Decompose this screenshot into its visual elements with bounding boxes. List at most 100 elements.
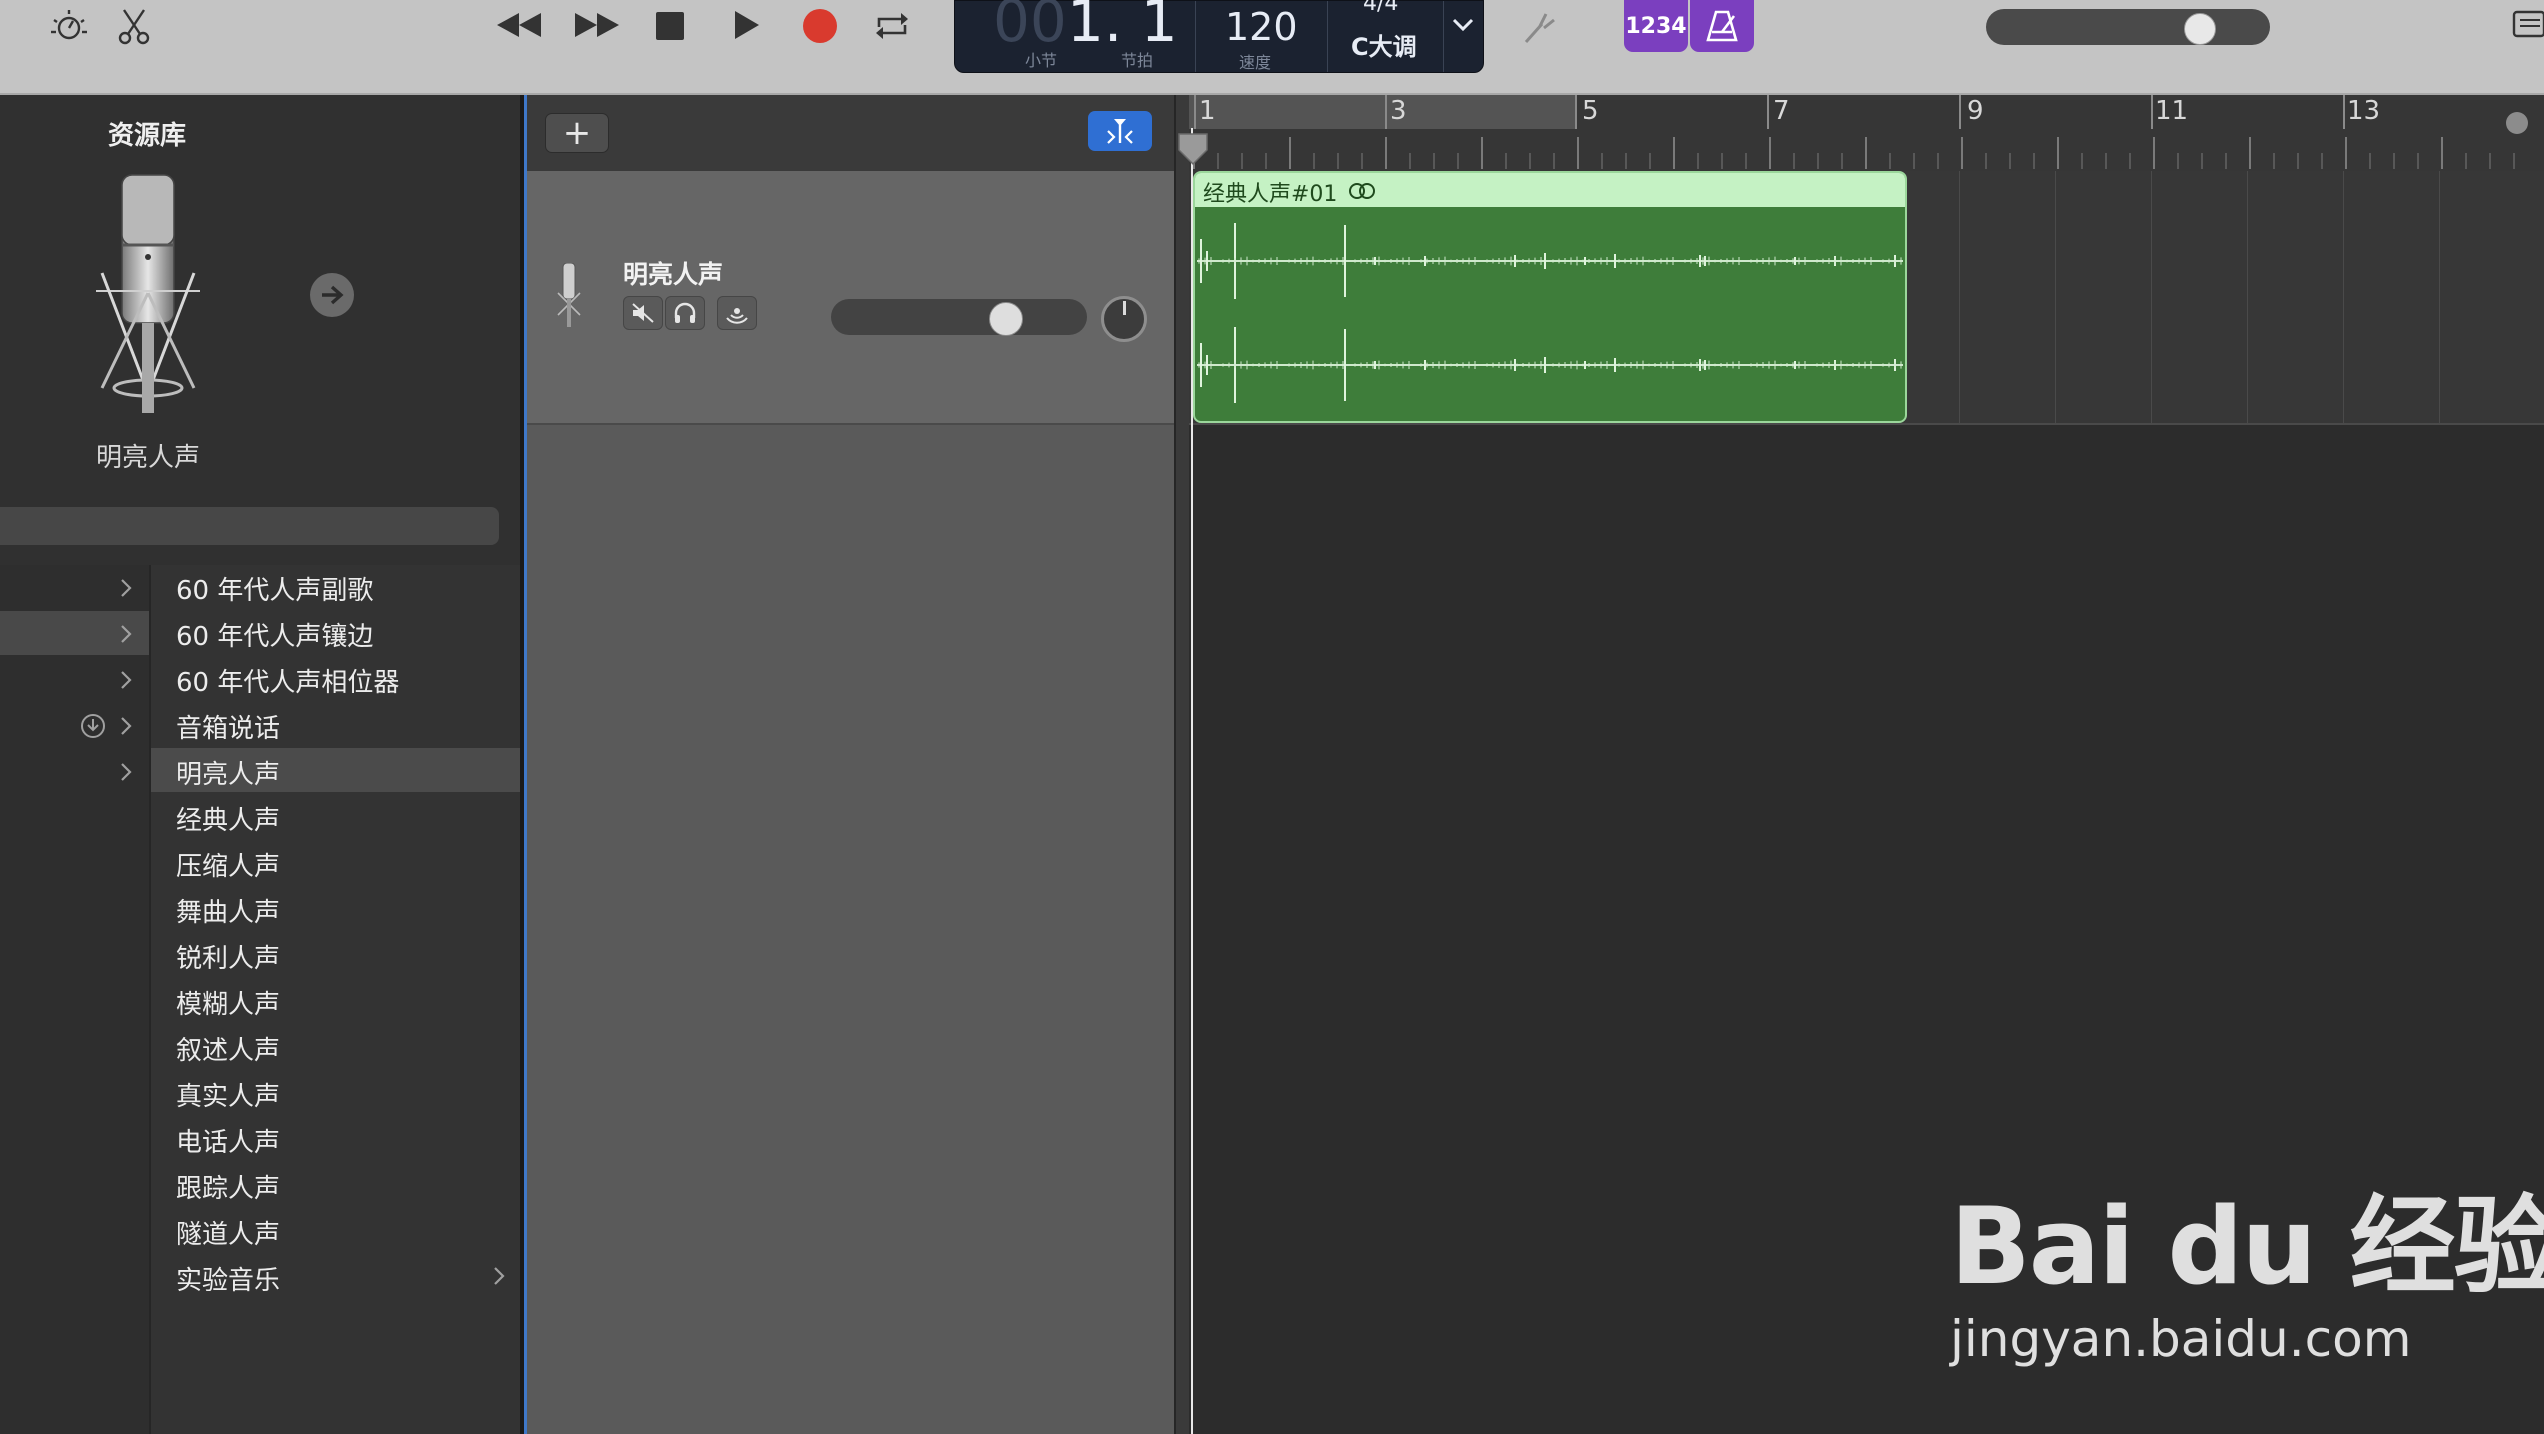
playhead-catch-icon bbox=[1107, 119, 1133, 144]
patch-item[interactable]: 60 年代人声副歌 bbox=[151, 564, 520, 608]
metronome-button[interactable] bbox=[1690, 0, 1754, 52]
patch-item[interactable]: 60 年代人声相位器 bbox=[151, 656, 520, 700]
count-in-label: 1234 bbox=[1625, 13, 1687, 39]
track-pan-knob[interactable] bbox=[1101, 296, 1147, 342]
mute-button[interactable] bbox=[623, 296, 663, 330]
library-search-field[interactable] bbox=[0, 507, 499, 545]
patch-item[interactable]: 叙述人声 bbox=[151, 1024, 520, 1068]
patch-item[interactable]: 跟踪人声 bbox=[151, 1162, 520, 1206]
control-bar: 00 1. 1 小节 节拍 120 速度 4/4 C大调 1234 bbox=[0, 0, 2544, 95]
category-row[interactable] bbox=[0, 657, 149, 701]
patch-item-folder[interactable]: 实验音乐 bbox=[151, 1254, 520, 1298]
patch-item[interactable]: 经典人声 bbox=[151, 794, 520, 838]
patch-item[interactable]: 压缩人声 bbox=[151, 840, 520, 884]
chevron-right-icon bbox=[121, 717, 132, 735]
category-row[interactable] bbox=[0, 565, 149, 609]
track-area-divider[interactable] bbox=[1174, 95, 1189, 1434]
chevron-right-icon bbox=[121, 625, 132, 643]
category-row[interactable] bbox=[0, 703, 149, 747]
library-category-column bbox=[0, 565, 151, 1434]
patch-item[interactable]: 舞曲人声 bbox=[151, 886, 520, 930]
library-title: 资源库 bbox=[108, 121, 187, 151]
monitoring-icon bbox=[726, 308, 748, 324]
lcd-tempo[interactable]: 120 bbox=[1225, 5, 1298, 49]
track-header[interactable]: 明亮人声 bbox=[527, 171, 1177, 425]
lcd-beat-label: 节拍 bbox=[1121, 51, 1154, 70]
patch-item[interactable]: 60 年代人声镶边 bbox=[151, 610, 520, 654]
master-volume-knob[interactable] bbox=[2183, 13, 2216, 45]
chevron-right-icon bbox=[121, 763, 132, 781]
lcd-key[interactable]: C大调 bbox=[1351, 27, 1417, 62]
patch-label: 叙述人声 bbox=[176, 1036, 281, 1066]
audio-region[interactable]: 经典人声#01 bbox=[1193, 171, 1907, 423]
patch-label: 60 年代人声镶边 bbox=[176, 622, 374, 652]
chevron-right-icon bbox=[121, 671, 132, 689]
loop-link-icon bbox=[1349, 183, 1375, 199]
patch-label: 隧道人声 bbox=[176, 1220, 281, 1250]
playhead-handle[interactable] bbox=[1177, 132, 1209, 166]
track-mic-icon bbox=[557, 262, 581, 327]
input-monitor-button[interactable] bbox=[717, 296, 757, 330]
add-track-button[interactable]: + bbox=[545, 113, 609, 153]
chevron-down-icon[interactable] bbox=[1451, 15, 1475, 39]
solo-button[interactable] bbox=[665, 296, 705, 330]
category-row[interactable] bbox=[0, 611, 149, 655]
fast-forward-icon[interactable] bbox=[572, 6, 622, 44]
patch-item[interactable]: 锐利人声 bbox=[151, 932, 520, 976]
editors-icon[interactable] bbox=[2510, 6, 2544, 42]
track-headers: + 明亮人声 bbox=[524, 95, 1177, 1434]
catch-playhead-button[interactable] bbox=[1088, 111, 1152, 151]
track-volume-slider[interactable] bbox=[831, 299, 1087, 336]
patch-label: 模糊人声 bbox=[176, 990, 281, 1020]
add-track-label: + bbox=[562, 113, 592, 153]
region-name: 经典人声#01 bbox=[1203, 182, 1338, 207]
ruler-ticks bbox=[1193, 137, 2515, 169]
smart-controls-icon[interactable] bbox=[46, 6, 92, 46]
patch-label: 舞曲人声 bbox=[176, 898, 281, 928]
chevron-right-icon bbox=[494, 1267, 505, 1285]
bar-number: 7 bbox=[1773, 96, 1790, 126]
playhead[interactable] bbox=[1191, 128, 1193, 1434]
patch-item[interactable]: 音箱说话 bbox=[151, 702, 520, 746]
ruler-end-marker[interactable] bbox=[2506, 112, 2528, 134]
download-icon[interactable] bbox=[80, 713, 106, 739]
master-volume-slider[interactable] bbox=[1986, 9, 2270, 45]
rewind-icon[interactable] bbox=[494, 6, 544, 44]
patch-label: 电话人声 bbox=[176, 1128, 281, 1158]
lcd-bar-label: 小节 bbox=[1025, 51, 1058, 70]
track-volume-knob[interactable] bbox=[989, 302, 1024, 336]
bar-number: 1 bbox=[1199, 96, 1216, 126]
cycle-icon[interactable] bbox=[872, 6, 912, 46]
lcd-time-signature[interactable]: 4/4 bbox=[1363, 0, 1398, 16]
patch-item[interactable]: 电话人声 bbox=[151, 1116, 520, 1160]
count-in-button[interactable]: 1234 bbox=[1624, 0, 1688, 52]
patch-item[interactable]: 隧道人声 bbox=[151, 1208, 520, 1252]
patch-label: 锐利人声 bbox=[176, 944, 281, 974]
patch-label: 60 年代人声相位器 bbox=[176, 668, 400, 698]
bar-number: 11 bbox=[2155, 96, 2189, 126]
baidu-watermark: Bai du 经验 jingyan.baidu.com bbox=[1950, 1160, 2544, 1400]
bar-number: 9 bbox=[1967, 96, 1984, 126]
category-row[interactable] bbox=[0, 749, 149, 793]
patch-item[interactable]: 模糊人声 bbox=[151, 978, 520, 1022]
track-name[interactable]: 明亮人声 bbox=[623, 255, 723, 291]
bar-ruler[interactable]: 1 3 5 7 9 11 13 bbox=[1189, 95, 2544, 173]
scissors-icon[interactable] bbox=[114, 6, 154, 46]
watermark-logo: Bai du 经验 bbox=[1950, 1185, 2544, 1308]
play-icon[interactable] bbox=[726, 6, 766, 44]
headphones-icon bbox=[674, 302, 696, 323]
tuner-icon[interactable] bbox=[1518, 4, 1562, 48]
patch-item-selected[interactable]: 明亮人声 bbox=[151, 748, 520, 792]
audio-waveform bbox=[1197, 223, 1903, 403]
patch-label: 跟踪人声 bbox=[176, 1174, 281, 1204]
cycle-region[interactable] bbox=[1189, 95, 1577, 129]
bar-number: 3 bbox=[1390, 96, 1407, 126]
patch-label: 60 年代人声副歌 bbox=[176, 576, 374, 606]
region-header[interactable]: 经典人声#01 bbox=[1195, 173, 1905, 207]
patch-item[interactable]: 真实人声 bbox=[151, 1070, 520, 1114]
stop-icon[interactable] bbox=[650, 8, 690, 44]
bar-number: 5 bbox=[1582, 96, 1599, 126]
arrow-right-icon[interactable] bbox=[310, 273, 354, 317]
lcd-display[interactable]: 00 1. 1 小节 节拍 120 速度 4/4 C大调 bbox=[954, 0, 1484, 73]
record-icon[interactable] bbox=[800, 6, 840, 46]
